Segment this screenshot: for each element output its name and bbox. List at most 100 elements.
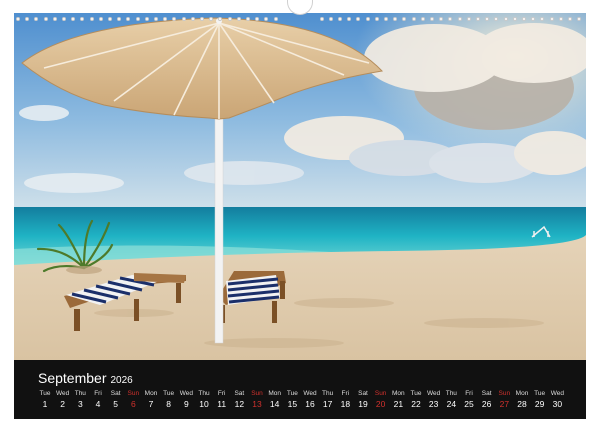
day-number: 5 [113,399,119,409]
binding-hole [200,17,204,21]
day-cell: Sat 19 [354,389,372,410]
day-number: 24 [446,399,457,409]
weekday-label: Sun [251,390,263,397]
day-number: 21 [393,399,404,409]
day-number: 30 [552,399,563,409]
day-number: 10 [199,399,209,409]
binding-hole [356,17,361,21]
beach-photo [14,13,586,360]
day-cell: Sat 12 [230,389,248,410]
day-number: 20 [375,399,386,409]
binding-hole [181,17,186,21]
binding-hole [62,17,66,21]
binding-hole [98,17,103,21]
binding-hole [503,17,508,21]
binding-hole [236,17,241,21]
weekday-label: Sat [110,390,121,397]
day-number: 6 [130,399,136,409]
day-cell: Tue 22 [407,389,425,410]
calendar-page: September 2026 Tue 1 Wed 2 Thu 3 Fri 4 Sat 5 Sun 6 Mo… [0,0,600,432]
binding-hole [577,17,582,21]
binding-hole [25,17,30,21]
day-cell: Sun 20 [372,389,390,410]
binding-hole [549,17,554,21]
binding-hole [365,17,370,21]
weekday-label: Thu [198,390,210,397]
binding-hole [522,17,526,21]
weekday-label: Tue [39,390,51,397]
binding-hole [255,17,260,21]
binding-hole [71,17,76,21]
weekday-label: Sun [374,390,387,397]
binding-hole [512,17,517,21]
binding-hole [494,17,499,21]
day-number: 19 [358,399,368,409]
binding-hole [218,17,223,21]
binding-hole [402,17,407,21]
day-number: 18 [340,399,351,409]
day-number: 8 [166,399,172,409]
binding-hole [558,17,563,21]
day-number: 3 [77,399,83,409]
day-number: 28 [517,399,527,409]
day-number: 26 [481,399,492,409]
day-cell: Tue 15 [283,389,301,410]
day-number: 7 [148,399,154,409]
weekday-label: Mon [515,390,529,397]
binding-hole [227,17,232,21]
binding-hole [448,17,453,21]
day-cell: Tue 8 [160,389,178,410]
binding-hole [144,17,149,21]
weekday-label: Sat [358,390,368,397]
weekday-label: Thu [74,390,86,397]
binding-hole [34,17,39,21]
weekday-label: Mon [268,390,281,397]
day-number: 29 [534,399,545,409]
day-cell: Thu 3 [71,389,89,410]
day-grid: Tue 1 Wed 2 Thu 3 Fri 4 Sat 5 Sun 6 Mon 7 Tue 8 Wed 9 Thu 1… [36,389,566,415]
day-number: 4 [95,399,101,409]
weekday-label: Fri [465,390,473,397]
day-number: 23 [428,399,439,409]
day-number: 11 [217,399,227,409]
weekday-label: Wed [303,390,317,397]
binding-hole [531,17,536,21]
weekday-label: Tue [410,390,422,397]
binding-hole [374,17,379,21]
day-cell: Sun 6 [124,389,142,410]
binding-hole [420,17,425,21]
binding-hole [126,17,131,21]
binding-hole [476,17,480,21]
binding-hole [568,17,572,21]
calendar-bar: September 2026 Tue 1 Wed 2 Thu 3 Fri 4 Sat 5 Sun 6 Mo… [14,360,586,419]
day-number: 15 [287,399,298,409]
weekday-label: Thu [445,390,457,397]
day-number: 1 [42,399,48,409]
binding-hole [154,17,158,21]
binding-hole [16,17,20,21]
day-number: 13 [252,399,262,409]
day-cell: Thu 24 [442,389,460,410]
binding-hole [52,17,57,21]
weekday-label: Thu [322,390,334,397]
binding-hole [393,17,398,21]
month-name: September [38,370,107,386]
day-cell: Fri 18 [336,389,354,410]
weekday-label: Tue [286,390,298,397]
day-cell: Tue 1 [36,389,54,410]
day-cell: Wed 23 [425,389,443,410]
spiral-binding [14,13,586,27]
binding-hole [246,17,250,21]
day-cell: Sun 13 [248,389,266,410]
day-cell: Tue 29 [531,389,549,410]
day-number: 16 [305,399,315,409]
day-number: 2 [60,399,66,409]
weekday-label: Fri [341,390,350,397]
weekday-label: Wed [427,390,441,397]
weekday-label: Mon [392,390,405,397]
weekday-label: Sun [498,390,511,397]
day-cell: Mon 7 [142,389,160,410]
binding-hole [466,17,471,21]
binding-hole [190,17,195,21]
binding-hole [108,17,112,21]
